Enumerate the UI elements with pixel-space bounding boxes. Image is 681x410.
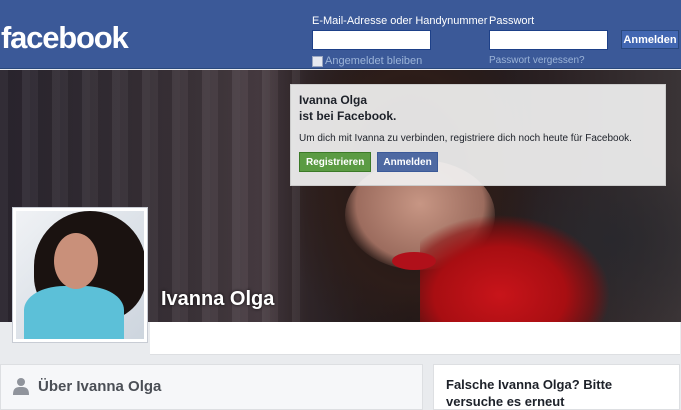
- signup-title-subtitle: ist bei Facebook.: [299, 109, 397, 123]
- search-again-card: Falsche Ivanna Olga? Bitte versuche es e…: [433, 364, 680, 410]
- forgot-password-link[interactable]: Passwort vergessen?: [489, 55, 585, 66]
- signup-description: Um dich mit Ivanna zu verbinden, registr…: [299, 133, 632, 144]
- keep-logged-in[interactable]: Angemeldet bleiben: [312, 55, 422, 67]
- cover-lips-shape: [392, 252, 436, 270]
- signup-prompt: Ivanna Olga ist bei Facebook. Um dich mi…: [290, 84, 666, 186]
- about-title: Über Ivanna Olga: [38, 378, 162, 395]
- profile-picture-image: [16, 211, 144, 339]
- person-icon: [13, 378, 29, 395]
- register-button[interactable]: Registrieren: [299, 152, 372, 172]
- password-input[interactable]: [489, 30, 608, 50]
- about-card: Über Ivanna Olga: [0, 364, 423, 410]
- profile-tabs-bar: [150, 322, 680, 355]
- keep-logged-in-checkbox[interactable]: [312, 55, 323, 67]
- keep-logged-in-label: Angemeldet bleiben: [325, 55, 423, 67]
- top-bar: facebook E-Mail-Adresse oder Handynummer…: [0, 0, 681, 69]
- password-label: Passwort: [489, 15, 535, 27]
- profile-name[interactable]: Ivanna Olga: [161, 288, 274, 311]
- email-label: E-Mail-Adresse oder Handynummer: [312, 15, 488, 27]
- profile-picture[interactable]: [12, 207, 148, 343]
- signup-login-button[interactable]: Anmelden: [377, 152, 438, 172]
- email-input[interactable]: [312, 30, 431, 50]
- search-again-title: Falsche Ivanna Olga? Bitte versuche es e…: [446, 377, 613, 409]
- profile-body-shape: [24, 286, 124, 339]
- cover-dress-shape: [420, 205, 620, 322]
- facebook-logo[interactable]: facebook: [1, 20, 129, 56]
- signup-title-name: Ivanna Olga: [299, 93, 368, 107]
- profile-face-shape: [54, 233, 98, 289]
- login-button[interactable]: Anmelden: [621, 30, 679, 49]
